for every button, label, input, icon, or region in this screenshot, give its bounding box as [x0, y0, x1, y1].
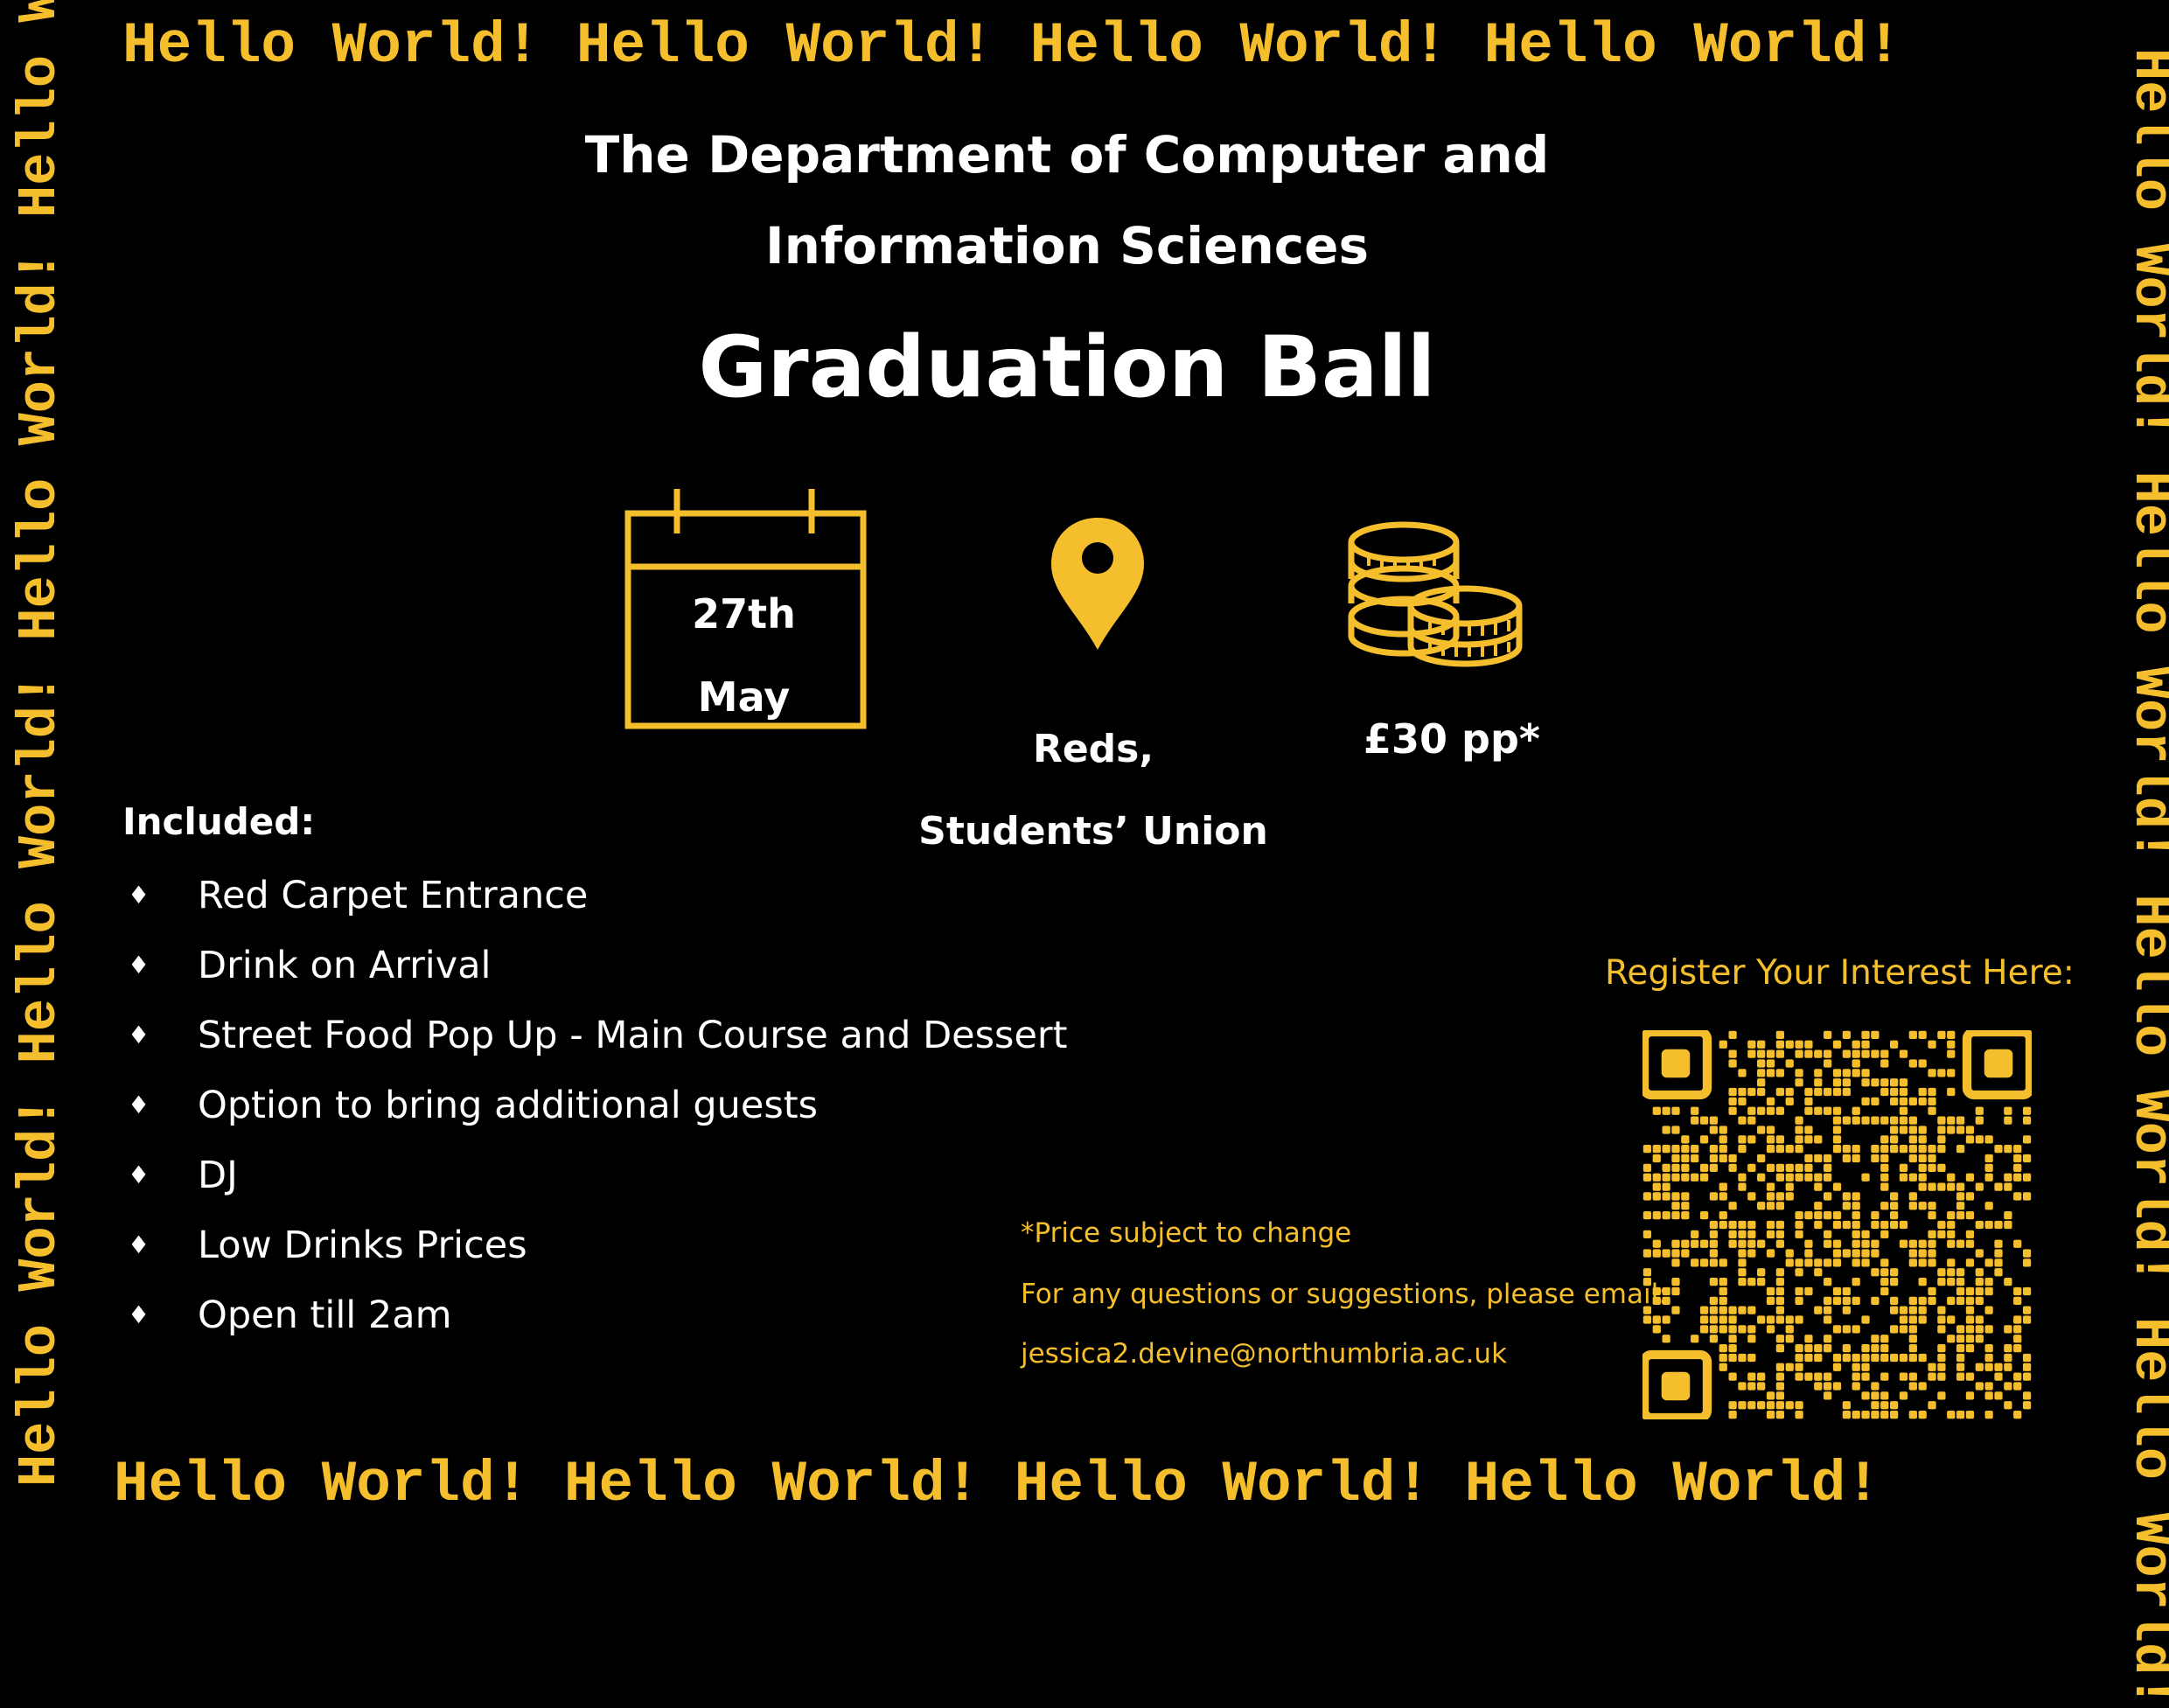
qr-code[interactable] — [1642, 1030, 2032, 1419]
list-item: ♦ Drink on Arrival — [122, 936, 1067, 1006]
list-item-label: Option to bring additional guests — [198, 1084, 819, 1127]
list-item: ♦ Street Food Pop Up - Main Course and De… — [122, 1006, 1067, 1076]
poster: Hello World! Hello World! Hello World! H… — [0, 0, 2169, 1708]
event-venue: Reds, Students’ Union — [910, 708, 1277, 873]
map-pin-icon — [1051, 518, 1144, 650]
list-item-label: Low Drinks Prices — [198, 1223, 527, 1267]
contact-email[interactable]: jessica2.devine@northumbria.ac.uk — [1021, 1338, 1507, 1370]
border-text-left: Hello World! Hello World! Hello World! H… — [9, 0, 71, 1487]
list-item-label: Street Food Pop Up - Main Course and Des… — [198, 1014, 1068, 1057]
diamond-bullet-icon: ♦ — [128, 1021, 150, 1049]
department-line-1: The Department of Computer and — [584, 125, 1550, 185]
diamond-bullet-icon: ♦ — [128, 881, 150, 910]
list-item: ♦ DJ — [122, 1146, 1067, 1216]
included-list: ♦ Red Carpet Entrance ♦ Drink on Arrival ♦… — [122, 866, 1067, 1356]
list-item-label: Drink on Arrival — [198, 944, 492, 987]
list-item: ♦ Open till 2am — [122, 1286, 1067, 1356]
list-item: ♦ Option to bring additional guests — [122, 1076, 1067, 1146]
diamond-bullet-icon: ♦ — [128, 951, 150, 979]
qr-finder-pattern — [1642, 1030, 1712, 1100]
venue-line-1: Reds, — [1032, 727, 1154, 771]
diamond-bullet-icon: ♦ — [128, 1091, 150, 1119]
date-day: 27th — [692, 590, 796, 638]
department-name: The Department of Computer and Informati… — [560, 109, 1574, 291]
border-text-right: Hello World! Hello World! Hello World! H… — [2120, 48, 2169, 1708]
qr-finder-pattern — [1642, 1349, 1712, 1419]
contact-prompt: For any questions or suggestions, please… — [1021, 1279, 1668, 1310]
diamond-bullet-icon: ♦ — [128, 1161, 150, 1189]
diamond-bullet-icon: ♦ — [128, 1300, 150, 1329]
border-text-top: Hello World! Hello World! Hello World! H… — [122, 13, 1901, 79]
list-item-label: DJ — [198, 1154, 238, 1197]
diamond-bullet-icon: ♦ — [128, 1230, 150, 1259]
event-title: Graduation Ball — [698, 318, 1436, 416]
venue-line-2: Students’ Union — [918, 809, 1268, 854]
included-heading: Included: — [122, 800, 316, 843]
event-price: £30 pp* — [1363, 715, 1540, 763]
border-text-bottom: Hello World! Hello World! Hello World! H… — [114, 1452, 1880, 1517]
register-label: Register Your Interest Here: — [1605, 953, 2075, 993]
list-item: ♦ Red Carpet Entrance — [122, 866, 1067, 936]
list-item: ♦ Low Drinks Prices — [122, 1216, 1067, 1286]
department-line-2: Information Sciences — [765, 216, 1369, 275]
price-note: *Price subject to change — [1021, 1217, 1352, 1249]
list-item-label: Red Carpet Entrance — [198, 874, 589, 917]
date-month: May — [697, 673, 791, 721]
list-item-label: Open till 2am — [198, 1293, 452, 1337]
event-date: 27th May — [628, 573, 860, 739]
coins-icon — [1348, 521, 1523, 667]
qr-finder-pattern — [1962, 1030, 2032, 1100]
